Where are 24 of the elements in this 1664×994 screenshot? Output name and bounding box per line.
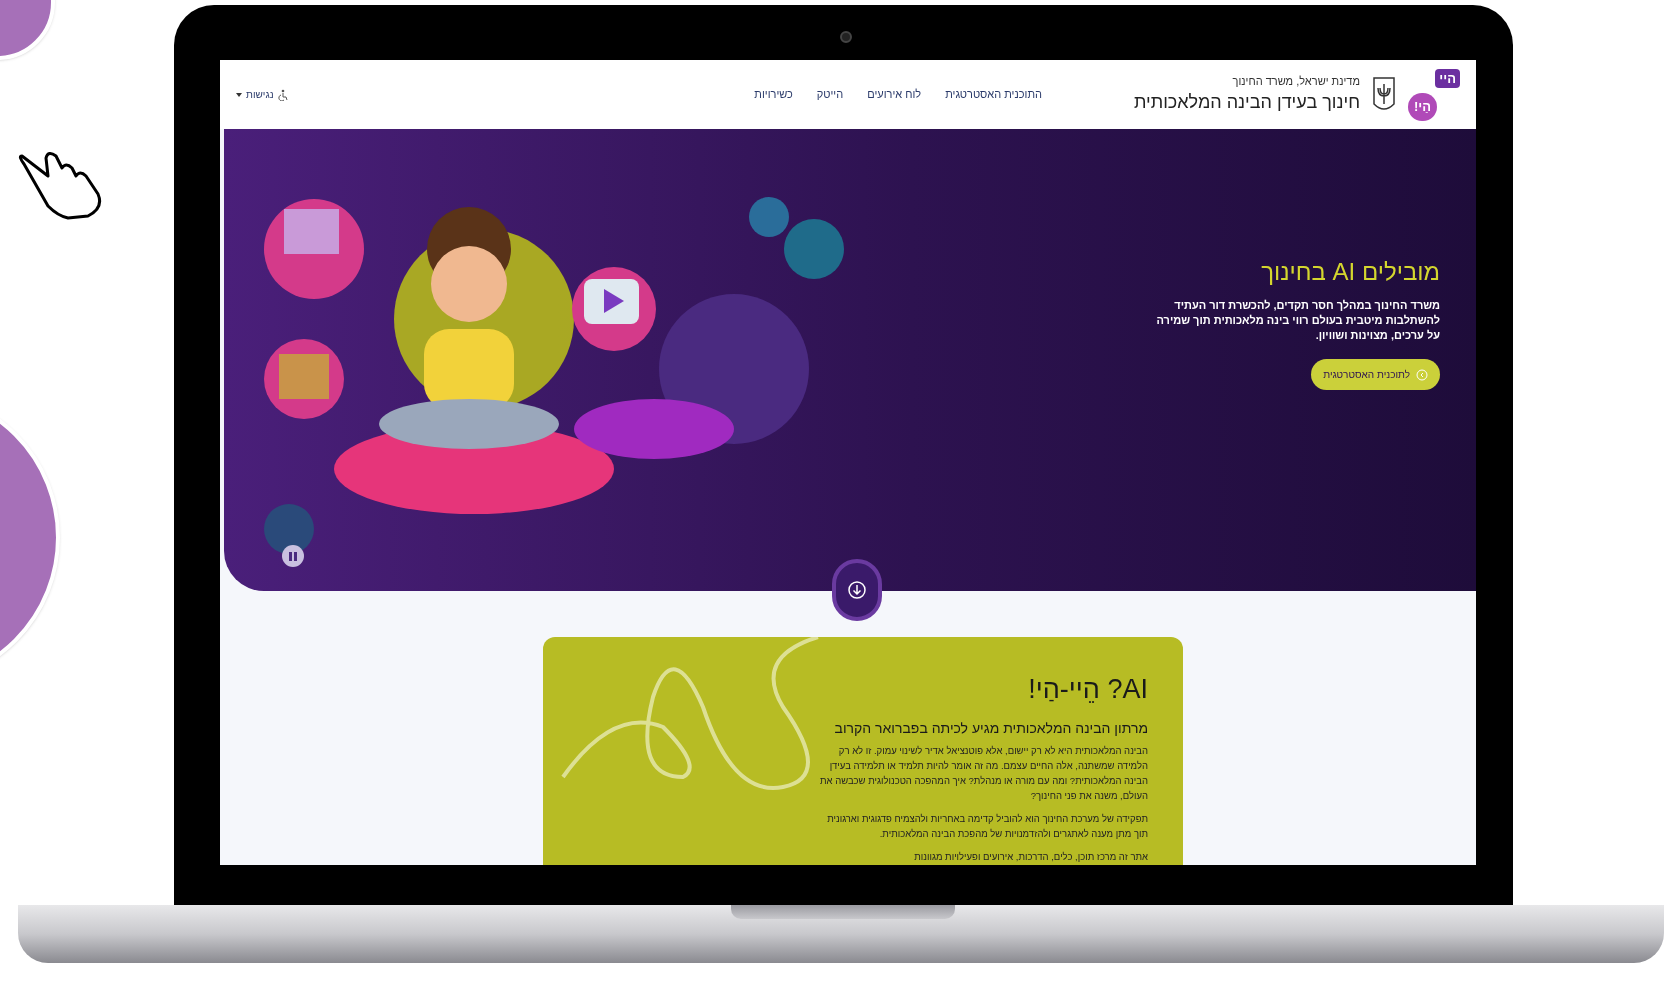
card-paragraph: הבינה המלאכותית היא לא רק יישום, אלא פוטנציאל אדיר לשינוי עמוק. זו לא רק הלמידה שמשתנה, אלה החיים עצמם. מה זה אומר להיות תלמיד או תלמידה בעידן הבינה המלאכותית? ומה עם מורה או מנהלת? איך המהפכה הטכנולוגית שכבשה את העולם, משנה את פני החינוך? xyxy=(819,743,1148,803)
pause-icon xyxy=(289,551,297,561)
card-paragraph: אתר זה מרכז תוכן, כלים, הדרכות, אירועים ופעילויות מגוונות xyxy=(913,849,1148,864)
card-title: AI? הֵיי-הַי! xyxy=(1027,673,1148,706)
pause-button[interactable] xyxy=(282,545,304,567)
nav-link[interactable]: התוכנית האסטרטגית xyxy=(945,86,1042,103)
nav-link[interactable]: הייטק xyxy=(816,86,844,103)
scroll-down-button[interactable] xyxy=(832,559,882,621)
hero-text: משרד החינוך במהלך חסר תקדים, להכשרת דור העתיד להשתלבות מיטבית בעולם רווי בינה מלאכותית תוך שמירה על ערכים, מצוינות ושוויון. xyxy=(1155,298,1440,343)
strategy-button[interactable]: לתוכנית האסטרטגית xyxy=(1311,359,1440,390)
arrow-circle-icon xyxy=(1416,368,1428,381)
site-title: חינוך בעידן הבינה המלאכותית xyxy=(1133,91,1360,115)
wheelchair-icon xyxy=(277,88,288,101)
caret-icon xyxy=(236,92,242,97)
hero-title: מובילים AI בחינוך xyxy=(1260,257,1440,287)
nav-link[interactable]: לוח אירועים xyxy=(867,86,922,103)
logo-text: היי xyxy=(1435,68,1460,88)
nav-link[interactable]: כשירויות xyxy=(754,86,793,103)
card-subtitle: מרתון הבינה המלאכותית מגיע לכיתה בפברואר הקרוב xyxy=(833,718,1148,738)
card-paragraph: תפקידה של מערכת החינוך הוא להוביל קדימה באחריות ולהצמיח פדגוגית וארגונית תוך מתן מענה לאתגרים ולהזדמנויות של מהפכת הבינה המלאכותית. xyxy=(826,811,1148,841)
logo-text: הַי! xyxy=(1408,93,1438,121)
arrow-down-circle-icon xyxy=(847,580,867,600)
accessibility-menu[interactable]: נגישות xyxy=(236,87,274,102)
ministry-label: מדינת ישראל, משרד החינוך xyxy=(1231,73,1360,89)
